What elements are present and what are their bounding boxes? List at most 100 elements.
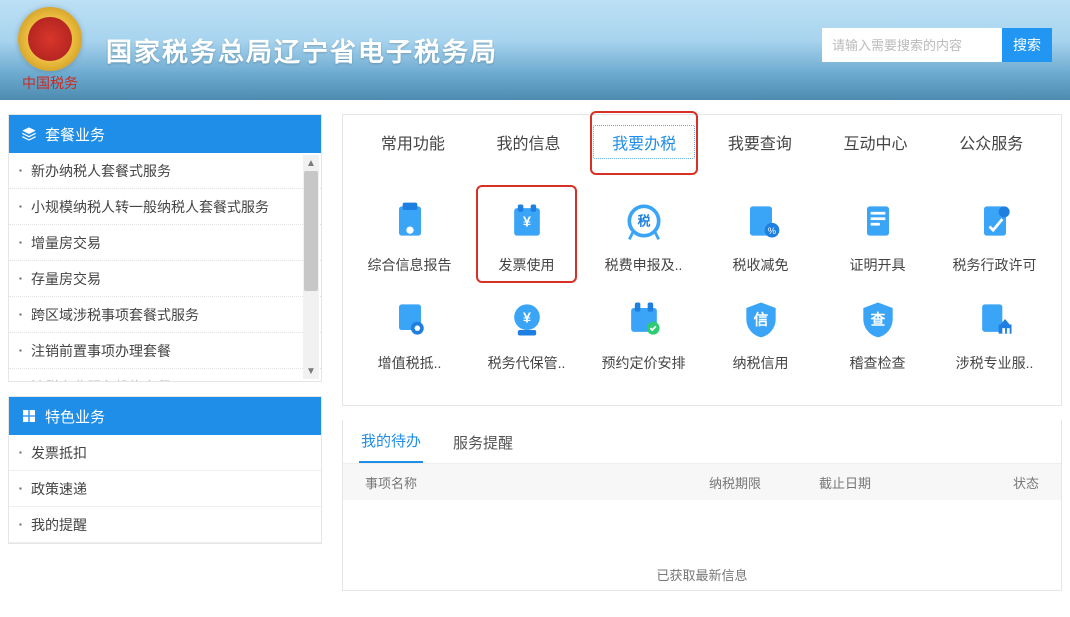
sidebar-heading-packages-label: 套餐业务 [45, 124, 105, 145]
service-label: 涉税专业服.. [956, 353, 1034, 373]
sidebar-item[interactable]: 注销前置事项办理套餐 [9, 333, 321, 369]
top-tab-label: 我要办税 [593, 125, 695, 159]
tasks-table-header: 事项名称 纳税期限 截止日期 状态 [343, 464, 1061, 500]
sidebar-heading-packages: 套餐业务 [9, 115, 321, 153]
sidebar-item[interactable]: 我的提醒 [9, 507, 321, 543]
service-icon: ¥ [503, 295, 551, 343]
service-label: 税费申报及.. [605, 255, 683, 275]
service-icon: 查 [854, 295, 902, 343]
site-title: 国家税务总局辽宁省电子税务局 [106, 32, 498, 69]
th-due: 截止日期 [819, 473, 949, 492]
sidebar-item[interactable]: 发票抵扣 [9, 435, 321, 471]
svg-text:%: % [767, 226, 775, 236]
top-tab[interactable]: 互动中心 [818, 115, 934, 169]
scroll-up-icon[interactable]: ▲ [303, 155, 319, 171]
main-content: 常用功能 我的信息 我要办税 我要查询 互动中心 公众服务 综合信息报告 ¥ 发票使用 税税费申… [330, 114, 1070, 591]
sub-tab[interactable]: 我的待办 [359, 430, 423, 463]
sidebar-item-label: 发票抵扣 [31, 443, 87, 463]
tasks-sub-tabs: 我的待办服务提醒 [343, 420, 1061, 464]
national-tax-emblem-icon [18, 7, 82, 71]
service-icon: 税 [620, 197, 668, 245]
sidebar-block-packages: 套餐业务 新办纳税人套餐式服务 小规模纳税人转一般纳税人套餐式服务 增量房交易 … [8, 114, 322, 382]
scroll-down-icon[interactable]: ▼ [303, 363, 319, 379]
sidebar-item[interactable]: 小规模纳税人转一般纳税人套餐式服务 [9, 189, 321, 225]
top-tab[interactable]: 常用功能 [355, 115, 471, 169]
sidebar-item-label: 新办纳税人套餐式服务 [31, 161, 171, 181]
service-tile[interactable]: 增值税抵.. [351, 285, 468, 383]
scroll-thumb[interactable] [304, 171, 318, 291]
service-label: 证明开具 [850, 255, 906, 275]
service-grid: 综合信息报告 ¥ 发票使用 税税费申报及..% 税收减免 证明开具 税务行政许可增值税抵..… [343, 169, 1061, 405]
sidebar-item-label: 我的提醒 [31, 515, 87, 535]
th-tax: 纳税期限 [709, 473, 819, 492]
th-status: 状态 [949, 473, 1039, 492]
service-tile[interactable]: 证明开具 [819, 187, 936, 285]
service-tile[interactable]: 涉税专业服.. [936, 285, 1053, 383]
top-tab[interactable]: 我要办税 [586, 115, 702, 169]
service-tile[interactable]: ¥ 税务代保管.. [468, 285, 585, 383]
service-tile[interactable]: 信纳税信用 [702, 285, 819, 383]
service-label: 发票使用 [499, 255, 555, 275]
service-icon: 信 [737, 295, 785, 343]
top-tab-label: 我的信息 [497, 130, 561, 154]
tasks-panel: 我的待办服务提醒 事项名称 纳税期限 截止日期 状态 已获取最新信息 [342, 420, 1062, 591]
sidebar-heading-special-label: 特色业务 [45, 406, 105, 427]
sidebar-item-label: 注销前置事项办理套餐 [31, 341, 171, 361]
service-label: 增值税抵.. [378, 353, 442, 373]
sidebar-item[interactable]: 增量房交易 [9, 225, 321, 261]
service-label: 税收减免 [733, 255, 789, 275]
service-tile[interactable]: 预约定价安排 [585, 285, 702, 383]
service-tile[interactable]: 税税费申报及.. [585, 187, 702, 285]
top-tab[interactable]: 我的信息 [471, 115, 587, 169]
tasks-empty-message: 已获取最新信息 [343, 565, 1061, 584]
service-label: 稽查检查 [850, 353, 906, 373]
top-tab[interactable]: 我要查询 [702, 115, 818, 169]
service-tile[interactable]: ¥ 发票使用 [468, 187, 585, 285]
tasks-empty-area: 已获取最新信息 [343, 500, 1061, 590]
service-tile[interactable]: 综合信息报告 [351, 187, 468, 285]
sidebar-item-label: 存量房交易 [31, 269, 101, 289]
service-tile[interactable]: 税务行政许可 [936, 187, 1053, 285]
service-icon [971, 197, 1019, 245]
service-label: 税务代保管.. [488, 353, 566, 373]
service-icon [386, 197, 434, 245]
sidebar-block-special: 特色业务 发票抵扣 政策速递 我的提醒 [8, 396, 322, 544]
sidebar-item[interactable]: 跨区域涉税事项套餐式服务 [9, 297, 321, 333]
sidebar-item[interactable]: 政策速递 [9, 471, 321, 507]
sidebar: 套餐业务 新办纳税人套餐式服务 小规模纳税人转一般纳税人套餐式服务 增量房交易 … [0, 114, 330, 591]
sidebar-item[interactable]: 新办纳税人套餐式服务 [9, 153, 321, 189]
sidebar-item-label: 增量房交易 [31, 233, 101, 253]
service-icon [854, 197, 902, 245]
emblem-wrap: 中国税务 [18, 7, 82, 93]
top-tab[interactable]: 公众服务 [933, 115, 1049, 169]
search-input[interactable] [822, 28, 1002, 62]
service-label: 税务行政许可 [953, 255, 1037, 275]
service-label: 纳税信用 [733, 353, 789, 373]
service-icon [386, 295, 434, 343]
sidebar-list-packages: 新办纳税人套餐式服务 小规模纳税人转一般纳税人套餐式服务 增量房交易 存量房交易… [9, 153, 321, 381]
sidebar-scrollbar[interactable]: ▲ ▼ [303, 155, 319, 379]
service-icon: ¥ [503, 197, 551, 245]
search-button[interactable]: 搜索 [1002, 28, 1052, 62]
service-icon [620, 295, 668, 343]
th-name: 事项名称 [365, 473, 709, 492]
top-tab-label: 常用功能 [381, 130, 445, 154]
sub-tab[interactable]: 服务提醒 [451, 432, 515, 463]
svg-text:查: 查 [870, 311, 885, 329]
service-tile[interactable]: % 税收减免 [702, 187, 819, 285]
service-label: 预约定价安排 [602, 353, 686, 373]
header-banner: 中国税务 国家税务总局辽宁省电子税务局 搜索 [0, 0, 1070, 100]
svg-text:¥: ¥ [522, 311, 531, 327]
sidebar-item[interactable]: 存量房交易 [9, 261, 321, 297]
top-tabs-container: 常用功能 我的信息 我要办税 我要查询 互动中心 公众服务 综合信息报告 ¥ 发票使用 税税费申… [342, 114, 1062, 406]
top-tab-label: 公众服务 [959, 130, 1023, 154]
emblem-caption: 中国税务 [22, 73, 78, 93]
layers-icon [21, 126, 37, 142]
sidebar-item-label: 政策速递 [31, 479, 87, 499]
top-tab-label: 我要查询 [728, 130, 792, 154]
service-tile[interactable]: 查稽查检查 [819, 285, 936, 383]
service-label: 综合信息报告 [368, 255, 452, 275]
search-area: 搜索 [822, 28, 1052, 62]
top-tab-label: 互动中心 [844, 130, 908, 154]
sidebar-item[interactable]: 涉税专业服务机构套餐 [9, 369, 321, 381]
